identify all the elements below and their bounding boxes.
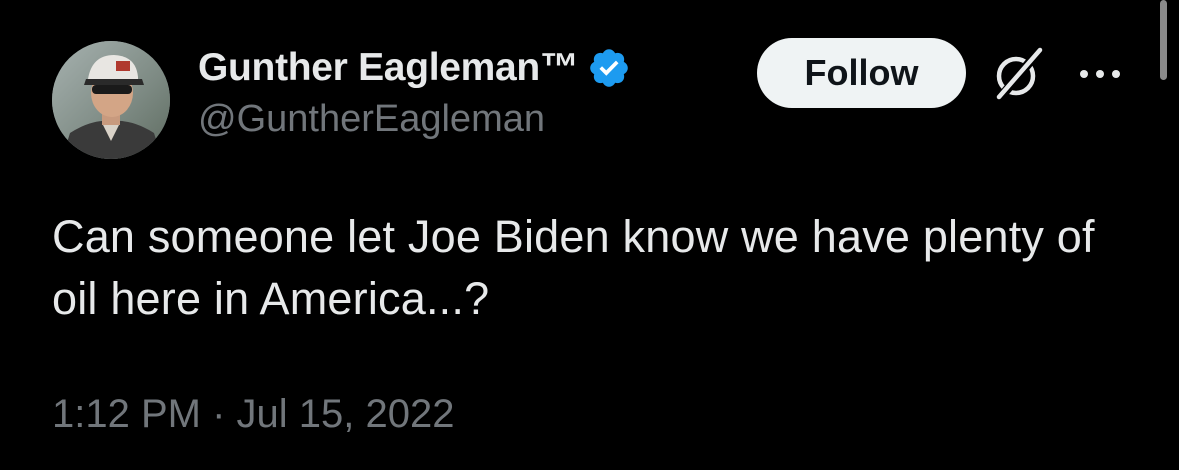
avatar-photo bbox=[52, 41, 170, 159]
tweet-date: Jul 15, 2022 bbox=[236, 392, 455, 436]
grok-icon[interactable] bbox=[990, 46, 1046, 102]
avatar[interactable] bbox=[52, 41, 170, 159]
timestamp-separator: · bbox=[212, 392, 226, 436]
tweet-time: 1:12 PM bbox=[52, 392, 201, 436]
tweet-text: Can someone let Joe Biden know we have p… bbox=[52, 211, 1095, 324]
author-block[interactable]: Gunther Eagleman™ @GuntherEagleman bbox=[198, 40, 631, 141]
more-horizontal-icon[interactable] bbox=[1076, 62, 1126, 86]
tweet-view: Gunther Eagleman™ @GuntherEagleman Follo… bbox=[0, 0, 1179, 470]
name-row: Gunther Eagleman™ bbox=[198, 40, 631, 96]
follow-button[interactable]: Follow bbox=[757, 38, 966, 108]
verified-badge-icon[interactable] bbox=[587, 46, 631, 90]
user-handle[interactable]: @GuntherEagleman bbox=[198, 98, 631, 141]
scrollbar-thumb[interactable] bbox=[1160, 0, 1167, 80]
display-name[interactable]: Gunther Eagleman™ bbox=[198, 46, 579, 90]
tweet-timestamp[interactable]: 1:12 PM · Jul 15, 2022 bbox=[52, 392, 455, 437]
